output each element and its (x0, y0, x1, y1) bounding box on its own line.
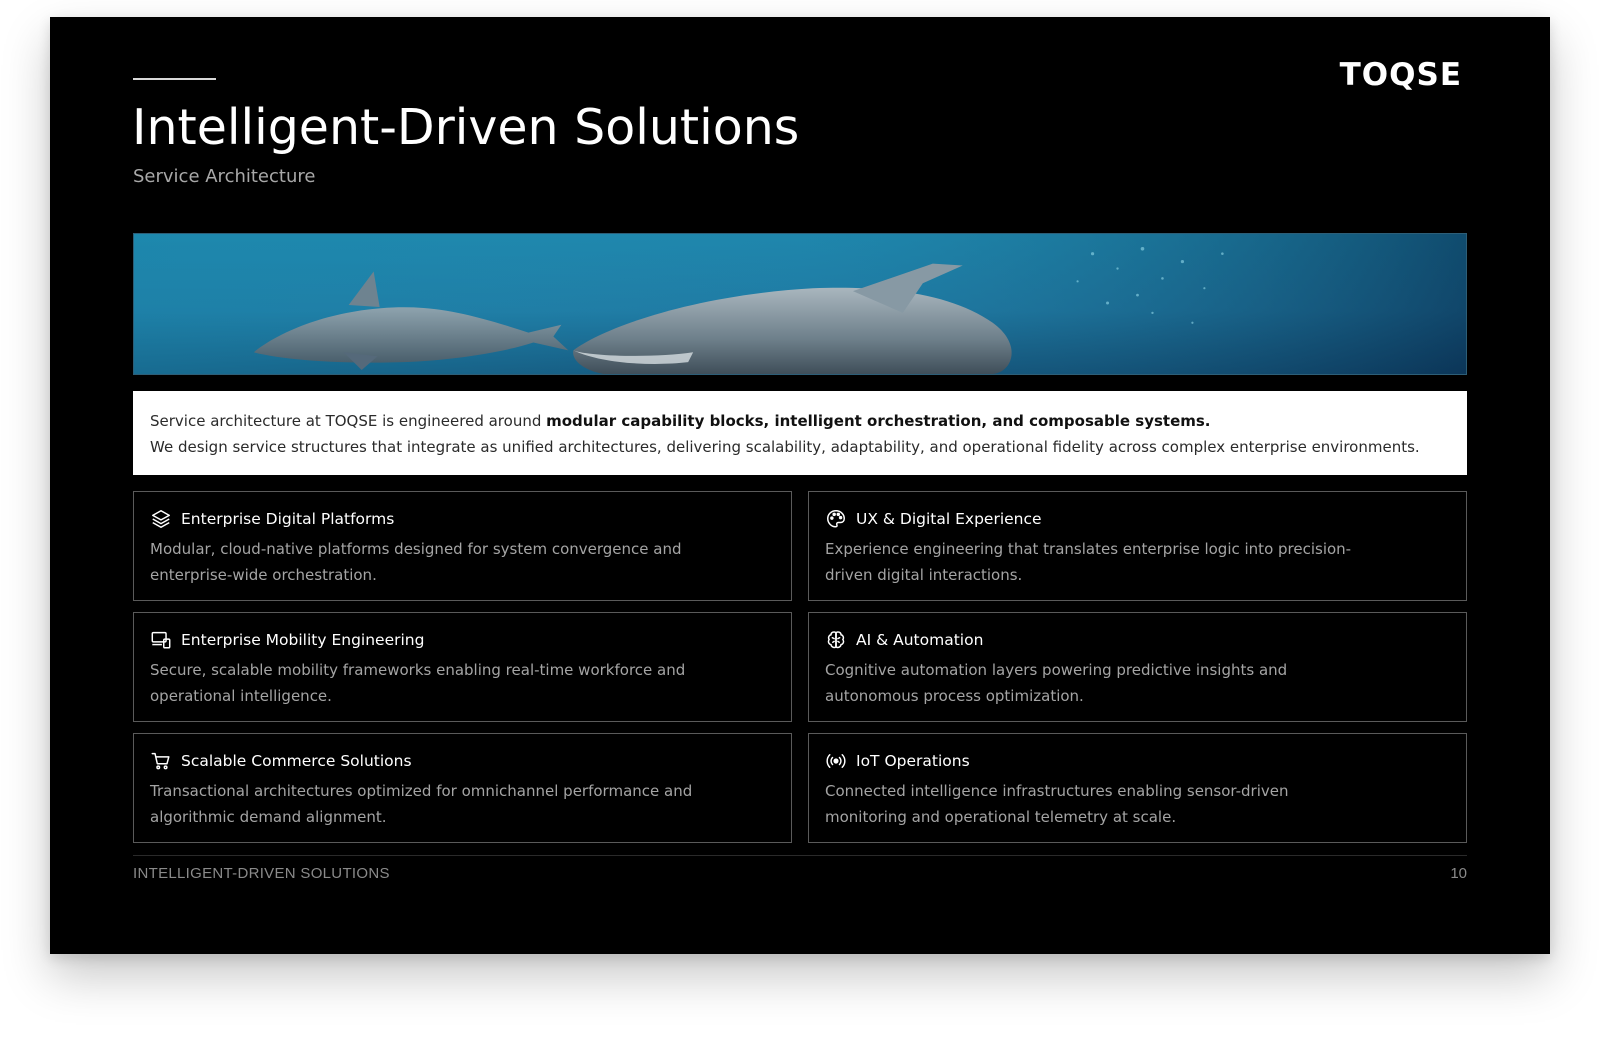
slide: TOQSE Intelligent-Driven Solutions Servi… (50, 17, 1550, 954)
card-description: Cognitive automation layers powering pre… (825, 661, 1288, 705)
footer-label: INTELLIGENT-DRIVEN SOLUTIONS (133, 865, 390, 882)
service-card-enterprise-digital-platforms: Enterprise Digital Platforms Modular, cl… (133, 491, 792, 601)
service-card-ux-digital-experience: UX & Digital Experience Experience engin… (808, 491, 1467, 601)
palette-icon (825, 508, 847, 530)
service-card-scalable-commerce: Scalable Commerce Solutions Transactiona… (133, 733, 792, 843)
intro-box: Service architecture at TOQSE is enginee… (133, 391, 1467, 475)
card-description: Modular, cloud-native platforms designed… (150, 540, 682, 584)
page-subtitle: Service Architecture (133, 166, 316, 187)
intro-line-1: Service architecture at TOQSE is enginee… (150, 408, 1450, 434)
card-title: Scalable Commerce Solutions (181, 752, 412, 770)
cart-icon (150, 750, 172, 772)
card-title: AI & Automation (856, 631, 984, 649)
intro-emphasis: modular capability blocks, intelligent o… (546, 412, 1211, 430)
card-description: Experience engineering that translates e… (825, 540, 1352, 584)
brand-logo: TOQSE (1339, 57, 1462, 93)
brain-icon (825, 629, 847, 651)
page-title: Intelligent-Driven Solutions (132, 99, 800, 156)
devices-icon (150, 629, 172, 651)
intro-lead: Service architecture at TOQSE is enginee… (150, 412, 547, 430)
card-title: Enterprise Digital Platforms (181, 510, 395, 528)
intro-line-2: We design service structures that integr… (150, 438, 1420, 456)
service-card-enterprise-mobility: Enterprise Mobility Engineering Secure, … (133, 612, 792, 722)
service-card-iot-operations: IoT Operations Connected intelligence in… (808, 733, 1467, 843)
layers-icon (150, 508, 172, 530)
card-description: Connected intelligence infrastructures e… (825, 782, 1289, 826)
broadcast-icon (825, 750, 847, 772)
card-title: Enterprise Mobility Engineering (181, 631, 425, 649)
card-title: IoT Operations (856, 752, 970, 770)
accent-rule (133, 78, 216, 80)
card-description: Secure, scalable mobility frameworks ena… (150, 661, 686, 705)
hero-image (133, 233, 1467, 375)
card-description: Transactional architectures optimized fo… (150, 782, 693, 826)
services-grid: Enterprise Digital Platforms Modular, cl… (133, 491, 1467, 843)
page-number: 10 (1450, 865, 1467, 882)
footer-divider (133, 855, 1467, 856)
service-card-ai-automation: AI & Automation Cognitive automation lay… (808, 612, 1467, 722)
card-title: UX & Digital Experience (856, 510, 1042, 528)
